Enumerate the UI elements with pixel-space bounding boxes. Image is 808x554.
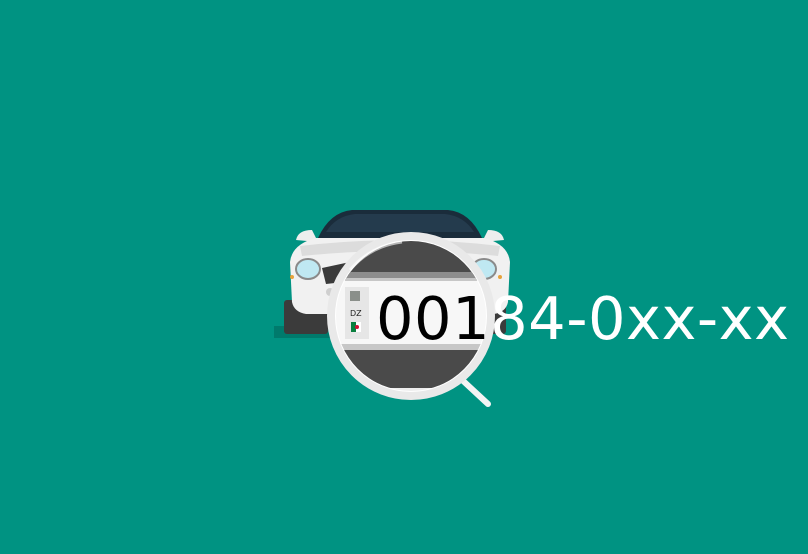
car-search-illustration — [274, 210, 510, 407]
algeria-flag-icon — [351, 322, 361, 332]
plate-country-code: DZ — [350, 309, 362, 318]
magnifying-glass-icon — [327, 232, 495, 407]
hero-stage: DZ 00184-0xx-xx — [0, 0, 808, 554]
